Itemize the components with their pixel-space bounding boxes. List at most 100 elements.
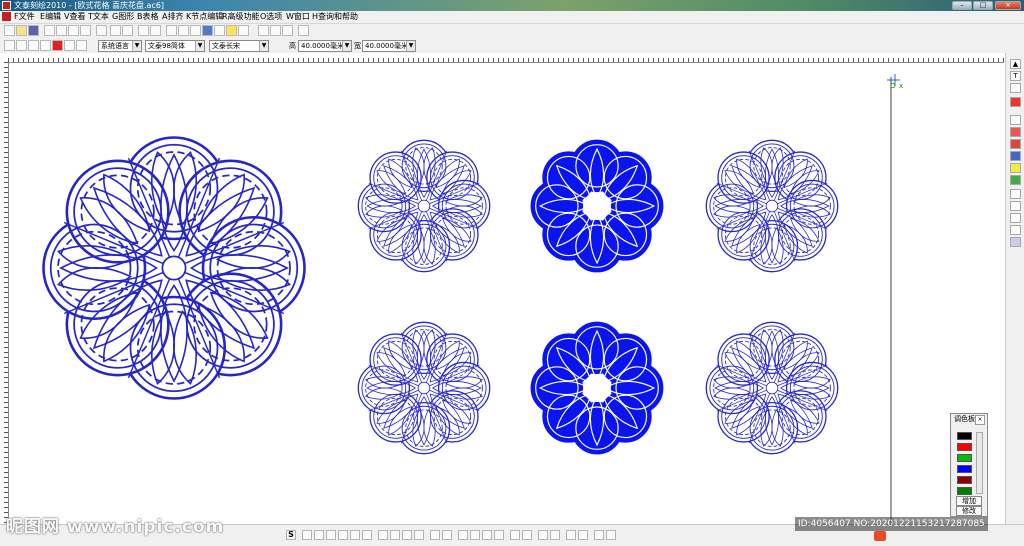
node-tool-icon[interactable]	[1010, 189, 1021, 199]
unlock-icon[interactable]	[578, 530, 588, 540]
undo-icon[interactable]	[110, 25, 121, 36]
open-folder-icon[interactable]	[16, 25, 27, 36]
menu-edit[interactable]: E编辑	[40, 11, 61, 23]
menu-text[interactable]: T文本	[88, 11, 109, 23]
cut-output-icon[interactable]	[190, 25, 201, 36]
pen-icon[interactable]	[214, 25, 225, 36]
export-icon[interactable]	[150, 25, 161, 36]
flower-pattern-top-left[interactable]	[357, 139, 491, 273]
print-icon[interactable]	[166, 25, 177, 36]
align-right-icon[interactable]	[326, 530, 336, 540]
align-top-icon[interactable]	[338, 530, 348, 540]
mirror-v-icon[interactable]	[442, 530, 452, 540]
outline-pen-icon[interactable]	[1010, 139, 1021, 149]
rectangle-tool-icon[interactable]	[1010, 83, 1021, 93]
zoom-window-icon[interactable]	[28, 40, 39, 51]
menu-advanced[interactable]: R高级功能	[222, 11, 260, 23]
bezier-tool-icon[interactable]	[1010, 201, 1021, 211]
weld-icon[interactable]	[470, 530, 480, 540]
table-tool-icon[interactable]	[1010, 151, 1021, 161]
help-icon[interactable]	[238, 25, 249, 36]
ungroup-icon[interactable]	[414, 530, 424, 540]
ellipse-tool-icon[interactable]	[1010, 115, 1021, 125]
flower-pattern-top-right[interactable]	[705, 139, 839, 273]
copy-icon[interactable]	[56, 25, 67, 36]
height-input[interactable]: 40.0000毫米 ▼	[298, 40, 352, 52]
blend-tool-icon[interactable]	[1010, 225, 1021, 235]
red-shape-icon[interactable]	[1010, 97, 1021, 107]
swatch-black[interactable]	[957, 432, 972, 440]
group-icon[interactable]	[402, 530, 412, 540]
lightbulb-icon[interactable]	[226, 25, 237, 36]
mirror-h-icon[interactable]	[430, 530, 440, 540]
plotter-icon[interactable]	[202, 25, 213, 36]
minimize-button[interactable]: –	[952, 1, 972, 10]
redo-icon[interactable]	[122, 25, 133, 36]
fill-tool-icon[interactable]	[1010, 175, 1021, 185]
paste-icon[interactable]	[68, 25, 79, 36]
menu-node-edit[interactable]: K节点编辑	[186, 11, 223, 23]
menu-options[interactable]: O选项	[260, 11, 282, 23]
zoom-all-icon[interactable]	[64, 40, 75, 51]
language-select[interactable]: 系统语言 ▼	[98, 40, 142, 52]
save-icon[interactable]	[28, 25, 39, 36]
trim-icon[interactable]	[482, 530, 492, 540]
palette-modify-button[interactable]: 修改	[956, 506, 982, 516]
align-middle-icon[interactable]	[350, 530, 360, 540]
zoom-in-icon[interactable]	[4, 40, 15, 51]
swatch-dark-green[interactable]	[957, 487, 972, 495]
intersect-icon[interactable]	[494, 530, 504, 540]
draw-line-icon[interactable]	[258, 25, 269, 36]
width-input[interactable]: 40.0000毫米 ▼	[362, 40, 416, 52]
menu-help[interactable]: H查询和帮助	[312, 11, 358, 23]
english-font-select[interactable]: 文泰长宋 ▼	[209, 40, 269, 52]
combine-icon[interactable]	[510, 530, 520, 540]
close-button[interactable]: ×	[995, 1, 1021, 10]
flower-pattern-bottom-selected[interactable]	[530, 321, 664, 455]
swatch-blue[interactable]	[957, 465, 972, 473]
distribute-h-icon[interactable]	[378, 530, 388, 540]
align-center-icon[interactable]	[314, 530, 324, 540]
print-preview-icon[interactable]	[178, 25, 189, 36]
swatch-green[interactable]	[957, 454, 972, 462]
sogou-ime-icon[interactable]	[874, 531, 886, 541]
flower-pattern-bottom-right[interactable]	[705, 321, 839, 455]
flower-pattern-top-selected[interactable]	[530, 139, 664, 273]
distribute-v-icon[interactable]	[390, 530, 400, 540]
import-icon[interactable]	[138, 25, 149, 36]
zoom-page-icon[interactable]	[76, 40, 87, 51]
menu-file[interactable]: F文件	[14, 11, 35, 23]
drawing-canvas[interactable]: O x	[9, 63, 1003, 523]
vectorize-icon[interactable]	[606, 530, 616, 540]
chinese-font-select[interactable]: 文泰98简体 ▼	[145, 40, 205, 52]
pan-icon[interactable]	[40, 40, 51, 51]
swatch-dark-red[interactable]	[957, 476, 972, 484]
cut-icon[interactable]	[44, 25, 55, 36]
flower-pattern-bottom-left[interactable]	[357, 321, 491, 455]
shape-tool-icon[interactable]	[298, 25, 309, 36]
lock-icon[interactable]	[566, 530, 576, 540]
large-flower-pattern[interactable]	[42, 136, 306, 400]
break-apart-icon[interactable]	[522, 530, 532, 540]
menu-window[interactable]: W窗口	[286, 11, 310, 23]
order-front-icon[interactable]	[538, 530, 548, 540]
zoom-out-icon[interactable]	[16, 40, 27, 51]
bitmap-icon[interactable]	[594, 530, 604, 540]
rotate-icon[interactable]	[458, 530, 468, 540]
order-back-icon[interactable]	[550, 530, 560, 540]
new-file-icon[interactable]	[4, 25, 15, 36]
clone-icon[interactable]	[80, 25, 91, 36]
menu-graphics[interactable]: G图形	[112, 11, 134, 23]
draw-freehand-icon[interactable]	[282, 25, 293, 36]
menu-table[interactable]: B表格	[137, 11, 159, 23]
menu-align[interactable]: A排齐	[162, 11, 183, 23]
select-arrow-icon[interactable]: ▲	[1010, 59, 1021, 69]
stop-icon[interactable]	[52, 40, 63, 51]
menu-view[interactable]: V查看	[64, 11, 85, 23]
maximize-button[interactable]: □	[973, 1, 993, 10]
palette-add-button[interactable]: 增加	[956, 496, 982, 506]
doc-icon[interactable]	[2, 12, 11, 21]
shadow-tool-icon[interactable]	[1010, 213, 1021, 223]
paint-bucket-icon[interactable]	[1010, 127, 1021, 137]
draw-curve-icon[interactable]	[270, 25, 281, 36]
